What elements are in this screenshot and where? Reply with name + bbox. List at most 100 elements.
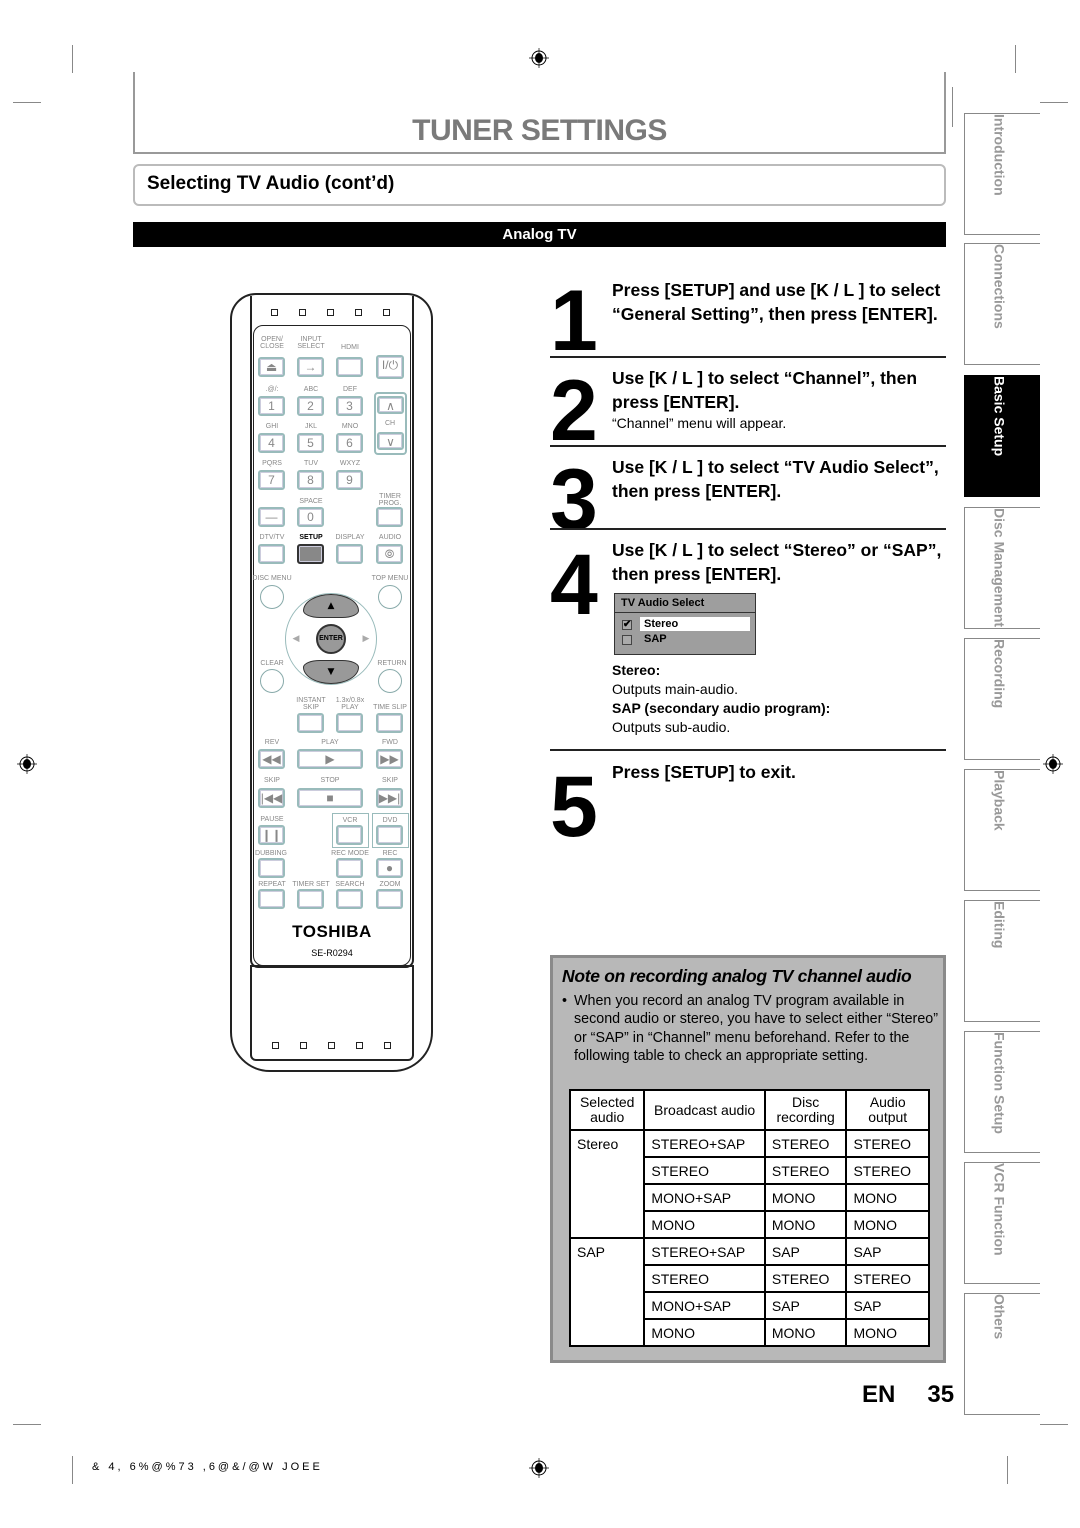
definition-desc: Outputs sub-audio. <box>612 719 731 735</box>
definition-desc: Outputs main-audio. <box>612 681 739 697</box>
instant-skip-button[interactable] <box>297 713 324 733</box>
channel-down-button[interactable]: ∨ <box>377 432 404 450</box>
tab-label: Basic Setup <box>991 376 1008 457</box>
hdmi-button[interactable] <box>336 357 363 377</box>
vcr-button[interactable] <box>336 825 363 845</box>
chapter-tab-vcr-function[interactable]: VCR Function <box>964 1162 1040 1284</box>
digit-2-button[interactable]: 2 <box>297 396 324 416</box>
crop-mark <box>1015 45 1016 73</box>
return-button[interactable] <box>378 669 402 693</box>
enter-button[interactable]: ENTER <box>316 624 346 654</box>
registration-mark-icon <box>528 1457 550 1479</box>
digit-4-button[interactable]: 4 <box>258 433 285 453</box>
remote-label-audio: AUDIO <box>378 534 402 541</box>
zoom-button[interactable] <box>376 889 403 909</box>
display-button[interactable] <box>336 544 363 564</box>
menu-option-stereo[interactable]: ✔ Stereo <box>615 617 755 632</box>
page-number: EN 35 <box>862 1381 954 1409</box>
dtv-tv-button[interactable] <box>258 544 285 564</box>
step-3: 3 Use [K / L ] to select “TV Audio Selec… <box>550 455 946 543</box>
disc-recording-cell: STEREO <box>763 1156 848 1185</box>
model-number: SE-R0294 <box>311 948 353 958</box>
channel-up-button[interactable]: ∧ <box>377 396 404 414</box>
divider <box>550 445 946 447</box>
eject-button[interactable]: ⏏ <box>258 357 285 377</box>
skip-back-button[interactable]: |◀◀ <box>258 788 285 808</box>
disc-recording-cell: MONO <box>763 1183 848 1212</box>
digit-0-button[interactable]: 0 <box>297 507 324 527</box>
crop-mark <box>72 45 73 73</box>
chapter-tab-basic-setup[interactable]: Basic Setup <box>964 375 1040 497</box>
tab-label: Function Setup <box>991 1032 1008 1134</box>
remote-bottom <box>250 965 414 1061</box>
rec-mode-button[interactable] <box>336 858 363 878</box>
remote-label-instant-skip: INSTANT SKIP <box>296 697 326 711</box>
checkbox-unchecked-icon[interactable] <box>622 635 632 645</box>
top-menu-button[interactable] <box>378 585 402 609</box>
rewind-button[interactable]: ◀◀ <box>258 749 285 769</box>
dvd-button[interactable] <box>376 825 403 845</box>
fast-forward-button[interactable]: ▶▶ <box>376 749 403 769</box>
dpad-right-button[interactable]: ▶ <box>359 632 373 646</box>
play-speed-button[interactable] <box>336 713 363 733</box>
dubbing-button[interactable] <box>258 858 285 878</box>
option-label: SAP <box>644 633 667 645</box>
dash-button[interactable]: — <box>258 507 285 527</box>
column-header: Disc recording <box>763 1089 848 1131</box>
table-row: MONO MONO MONO <box>568 1210 930 1239</box>
tab-label: Editing <box>991 901 1008 949</box>
checkbox-checked-icon[interactable]: ✔ <box>622 620 632 630</box>
clear-button[interactable] <box>260 669 284 693</box>
chapter-tab-connections[interactable]: Connections <box>964 243 1040 365</box>
repeat-button[interactable] <box>258 889 285 909</box>
chapter-tab-editing[interactable]: Editing <box>964 900 1040 1022</box>
digit-3-button[interactable]: 3 <box>336 396 363 416</box>
digit-9-button[interactable]: 9 <box>336 470 363 490</box>
disc-menu-button[interactable] <box>260 585 284 609</box>
chapter-tab-function-setup[interactable]: Function Setup <box>964 1031 1040 1153</box>
audio-button[interactable]: ⦾ <box>376 544 403 564</box>
pause-button[interactable]: ❙❙ <box>258 825 285 845</box>
table-row: STEREO STEREO STEREO <box>568 1156 930 1185</box>
setup-button[interactable] <box>297 544 324 564</box>
chapter-title: TUNER SETTINGS <box>412 114 667 147</box>
note-text: When you record an analog TV program ava… <box>574 993 938 1064</box>
step-note: “Channel” menu will appear. <box>612 415 787 431</box>
crop-mark <box>1040 1424 1068 1425</box>
chapter-tab-introduction[interactable]: Introduction <box>964 113 1040 235</box>
chapter-tab-playback[interactable]: Playback <box>964 769 1040 891</box>
digit-8-button[interactable]: 8 <box>297 470 324 490</box>
stop-button[interactable]: ■ <box>297 788 363 808</box>
timer-set-button[interactable] <box>297 889 324 909</box>
chapter-tab-recording[interactable]: Recording <box>964 638 1040 760</box>
crop-mark <box>1007 1456 1008 1484</box>
remote-label-open-close: OPEN/ CLOSE <box>260 336 284 350</box>
step-instruction: Use [K / L ] to select “Channel”, then p… <box>612 368 918 412</box>
chapter-tab-others[interactable]: Others <box>964 1293 1040 1415</box>
search-button[interactable] <box>336 889 363 909</box>
digit-5-button[interactable]: 5 <box>297 433 324 453</box>
remote-label-fwd: FWD <box>382 739 398 746</box>
menu-option-sap[interactable]: SAP <box>615 632 755 647</box>
tab-label: Recording <box>991 639 1008 709</box>
remote-label-rec: REC <box>382 850 398 857</box>
step-2: 2 Use [K / L ] to select “Channel”, then… <box>550 366 946 454</box>
audio-settings-table: Selected audio Broadcast audio Disc reco… <box>568 1089 930 1347</box>
power-button[interactable]: I/⏻ <box>376 355 404 379</box>
tv-audio-select-menu: TV Audio Select ✔ Stereo SAP <box>614 593 756 655</box>
digit-6-button[interactable]: 6 <box>336 433 363 453</box>
audio-output-cell: SAP <box>845 1237 930 1266</box>
input-select-button[interactable]: → <box>297 357 324 377</box>
skip-forward-button[interactable]: ▶▶| <box>376 788 403 808</box>
remote-label-k7: PQRS <box>262 460 282 467</box>
chapter-tab-disc-management[interactable]: Disc Management <box>964 507 1040 629</box>
dpad-left-button[interactable]: ◀ <box>289 632 303 646</box>
record-button[interactable]: ● <box>376 858 403 878</box>
timer-prog-button[interactable] <box>376 507 403 527</box>
digit-7-button[interactable]: 7 <box>258 470 285 490</box>
digit-1-button[interactable]: 1 <box>258 396 285 416</box>
time-slip-button[interactable] <box>376 713 403 733</box>
remote-label-rec-mode: REC MODE <box>331 850 369 857</box>
play-button[interactable]: ▶ <box>297 749 363 769</box>
tab-label: Others <box>991 1294 1008 1340</box>
